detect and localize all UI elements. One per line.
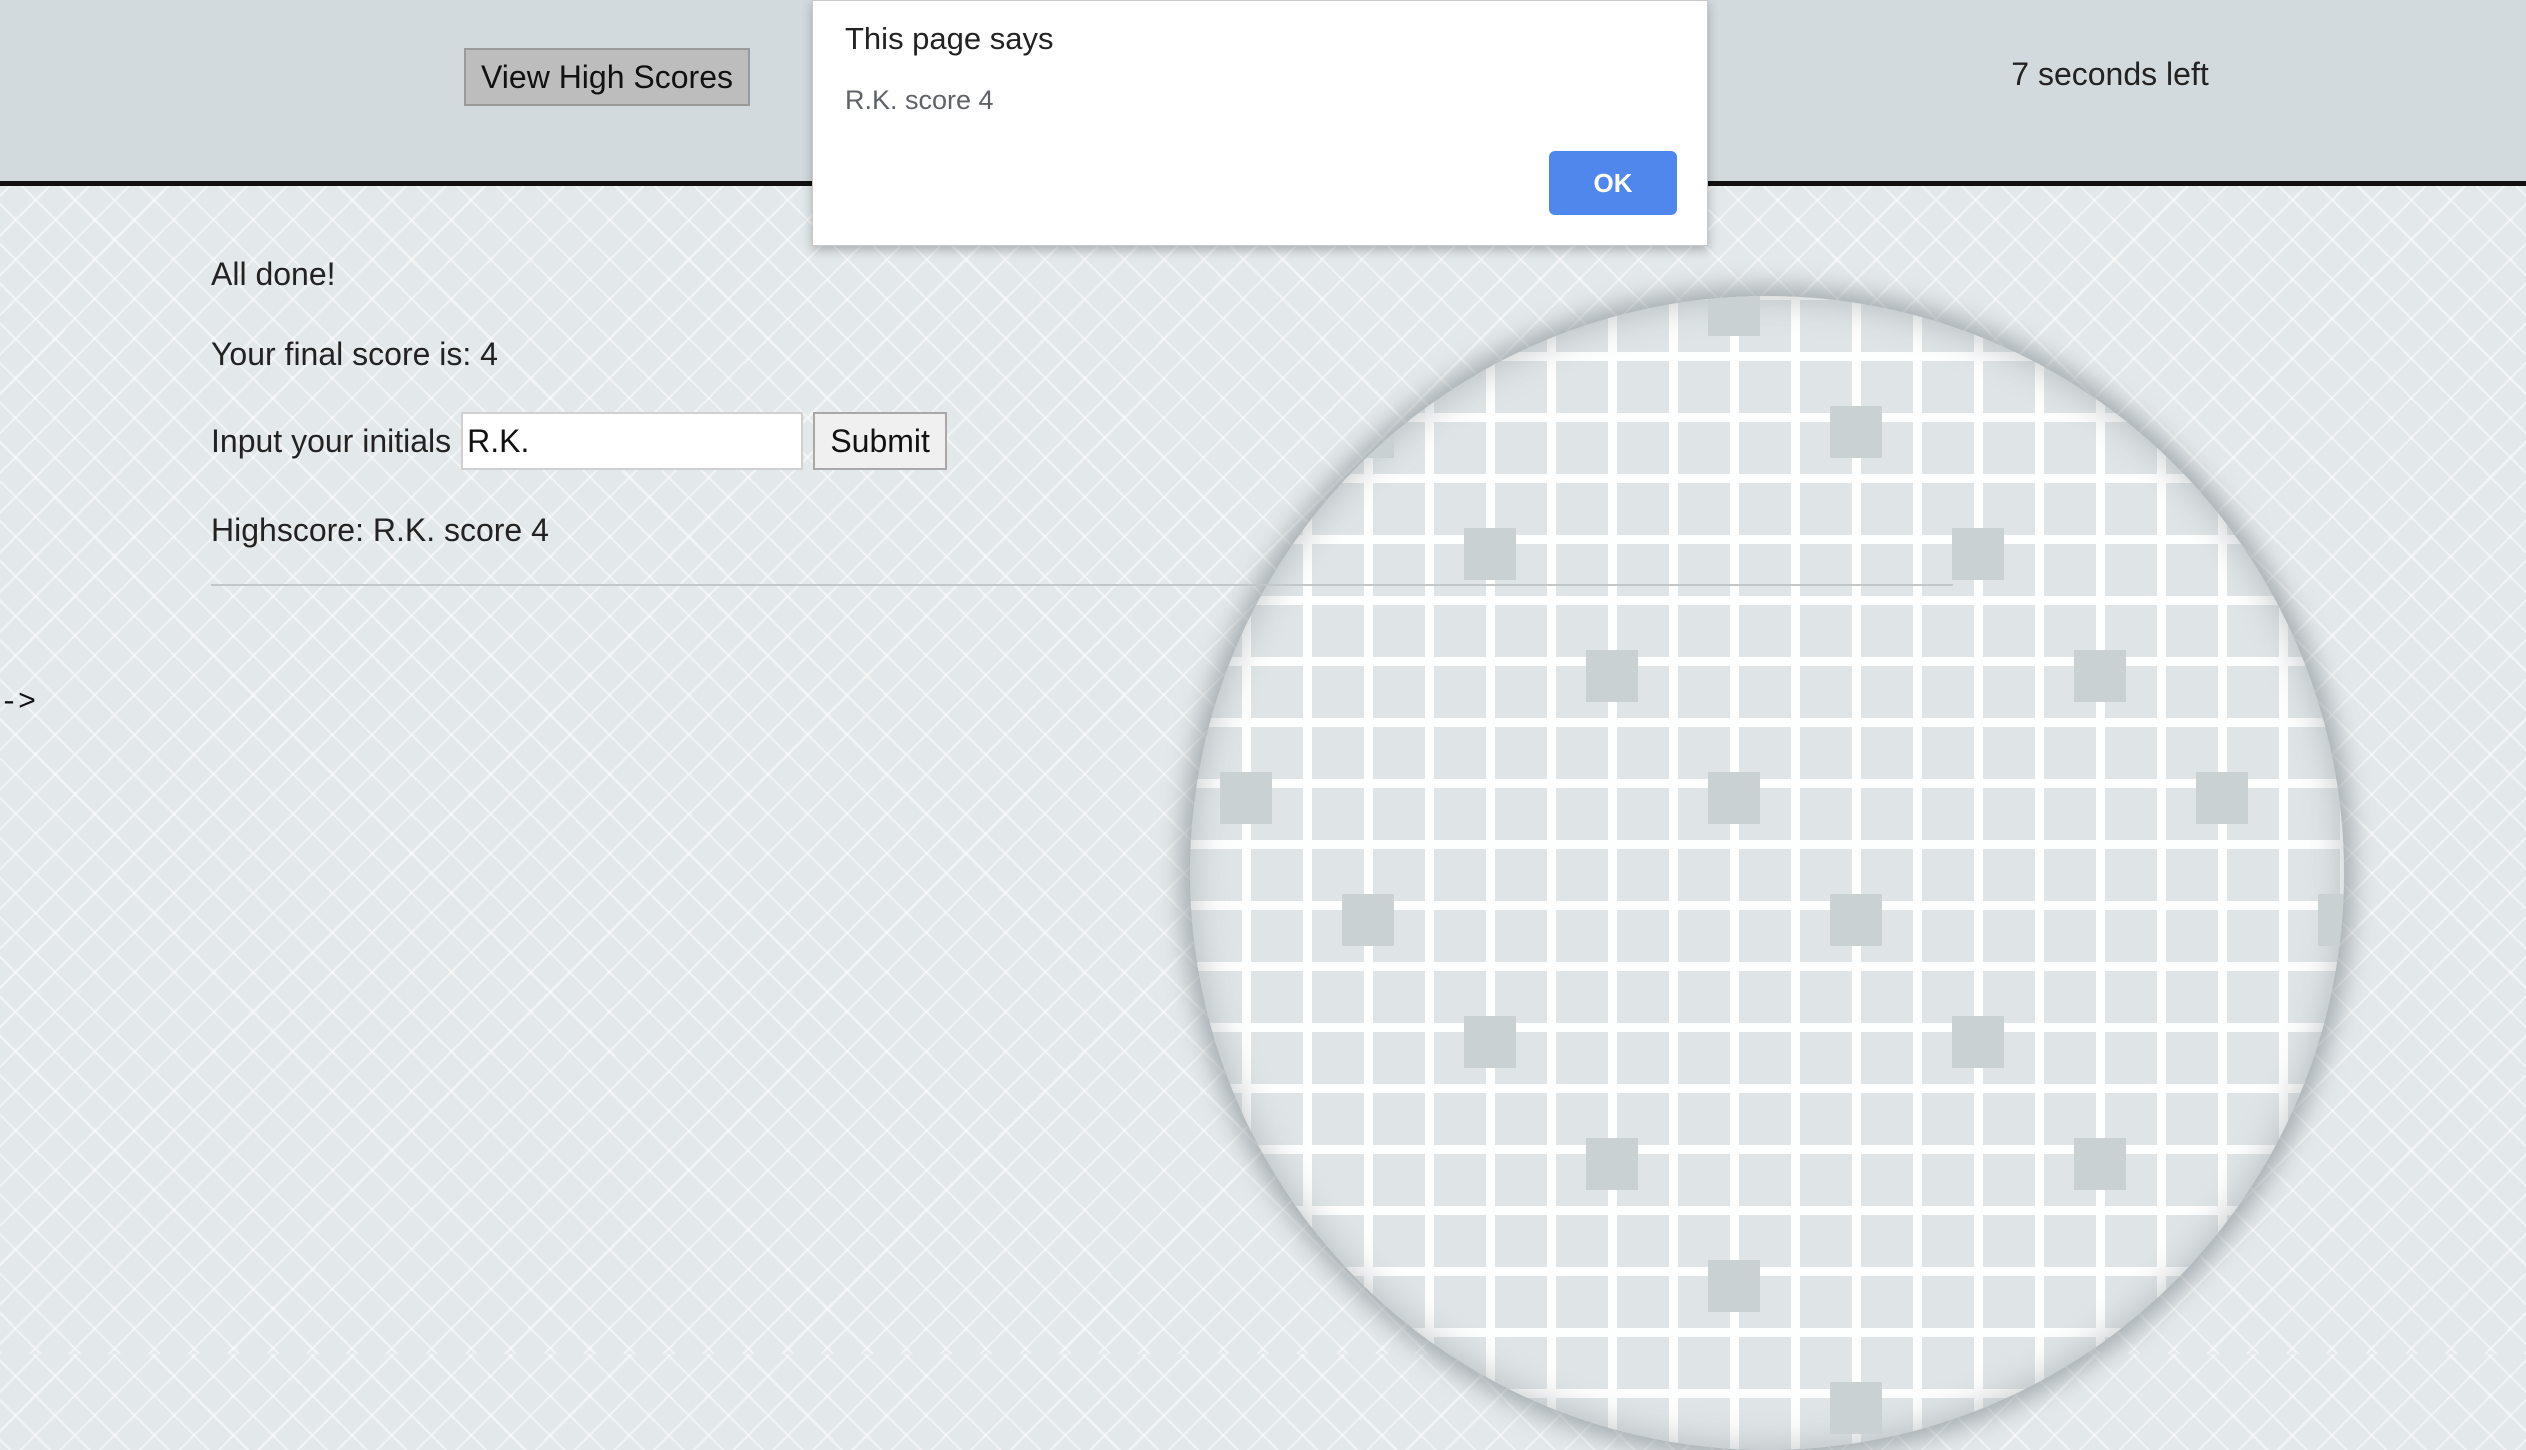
magnifier-tile xyxy=(2196,1260,2248,1312)
magnifier-tile xyxy=(1464,1016,1516,1068)
magnifier-tile xyxy=(2318,1382,2344,1434)
magnifier-tile xyxy=(1586,1138,1638,1190)
magnifier-tile xyxy=(2074,1138,2126,1190)
magnifier-tile xyxy=(1952,1016,2004,1068)
dialog-message: R.K. score 4 xyxy=(845,85,994,115)
initials-label: Input your initials xyxy=(211,422,452,459)
magnifier-tile xyxy=(1220,1260,1272,1312)
initials-input[interactable] xyxy=(461,412,804,470)
magnifier-tile xyxy=(1342,1382,1394,1434)
timer-text: 7 seconds left xyxy=(2011,56,2209,92)
highscore-text: Highscore: R.K. score 4 xyxy=(211,512,549,548)
magnifier-tile xyxy=(1952,528,2004,580)
magnifier-tile xyxy=(2196,772,2248,824)
dialog-title: This page says xyxy=(845,21,1054,56)
magnifier-tile xyxy=(1342,406,1394,458)
magnifier-tile xyxy=(1586,650,1638,702)
submit-button[interactable]: Submit xyxy=(813,412,948,470)
magnifier-tile xyxy=(2318,894,2344,946)
initials-form: Input your initials Submit xyxy=(211,412,948,470)
magnifier-tile xyxy=(2196,296,2248,336)
view-high-scores-button[interactable]: View High Scores xyxy=(464,48,750,106)
magnifier-tile xyxy=(1708,1260,1760,1312)
magnifier-tile xyxy=(1464,528,1516,580)
magnifier-tile xyxy=(1220,296,1272,336)
magnifier-tile xyxy=(1220,772,1272,824)
arrow-text: -> xyxy=(0,686,37,720)
magnifier-tile xyxy=(1708,296,1760,336)
magnifier-tile xyxy=(2318,406,2344,458)
magnifier-tile xyxy=(1830,1382,1882,1434)
done-heading: All done! xyxy=(211,256,336,292)
magnifier-tile xyxy=(1830,894,1882,946)
magnifier-tile xyxy=(1830,406,1882,458)
divider xyxy=(211,584,1953,586)
magnifier-decoration xyxy=(1190,296,2344,1450)
ok-button[interactable]: OK xyxy=(1549,151,1677,215)
final-score-text: Your final score is: 4 xyxy=(211,336,498,372)
alert-dialog: This page says R.K. score 4 OK xyxy=(812,0,1708,246)
magnifier-tile xyxy=(1708,772,1760,824)
magnifier-tile xyxy=(2074,650,2126,702)
magnifier-tile xyxy=(1342,894,1394,946)
